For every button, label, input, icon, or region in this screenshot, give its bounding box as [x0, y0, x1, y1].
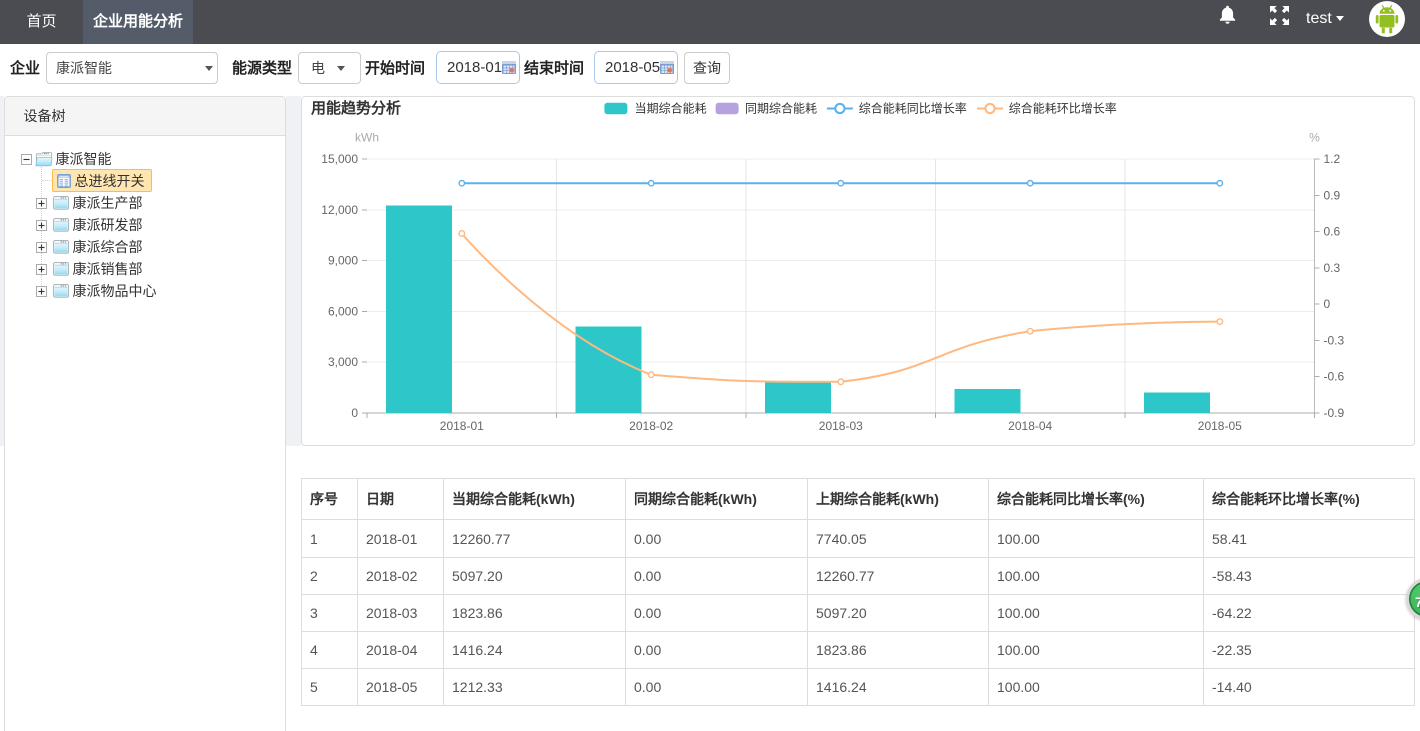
svg-text:2018-01: 2018-01: [440, 419, 484, 433]
svg-text:6,000: 6,000: [328, 304, 358, 318]
svg-text:12,000: 12,000: [321, 203, 358, 217]
svg-text:同期综合能耗: 同期综合能耗: [745, 101, 817, 116]
svg-text:2018-03: 2018-03: [819, 419, 863, 433]
svg-text:0.3: 0.3: [1324, 261, 1341, 275]
svg-text:0.9: 0.9: [1324, 188, 1341, 202]
svg-text:0: 0: [1324, 297, 1331, 311]
svg-text:0.6: 0.6: [1324, 225, 1341, 239]
svg-text:2018-02: 2018-02: [629, 419, 673, 433]
svg-text:综合能耗环比增长率: 综合能耗环比增长率: [1009, 101, 1117, 116]
svg-text:2018-05: 2018-05: [1198, 419, 1242, 433]
svg-text:2018-04: 2018-04: [1008, 419, 1052, 433]
svg-text:1.2: 1.2: [1324, 152, 1341, 166]
svg-text:-0.6: -0.6: [1324, 370, 1345, 384]
svg-text:kWh: kWh: [355, 131, 379, 145]
svg-text:9,000: 9,000: [328, 254, 358, 268]
svg-text:%: %: [1309, 131, 1320, 145]
svg-text:-0.3: -0.3: [1324, 333, 1345, 347]
svg-text:综合能耗同比增长率: 综合能耗同比增长率: [859, 101, 967, 116]
svg-text:-0.9: -0.9: [1324, 406, 1345, 420]
svg-text:3,000: 3,000: [328, 355, 358, 369]
svg-text:0: 0: [351, 406, 358, 420]
svg-text:15,000: 15,000: [321, 152, 358, 166]
svg-text:当期综合能耗: 当期综合能耗: [635, 101, 707, 116]
